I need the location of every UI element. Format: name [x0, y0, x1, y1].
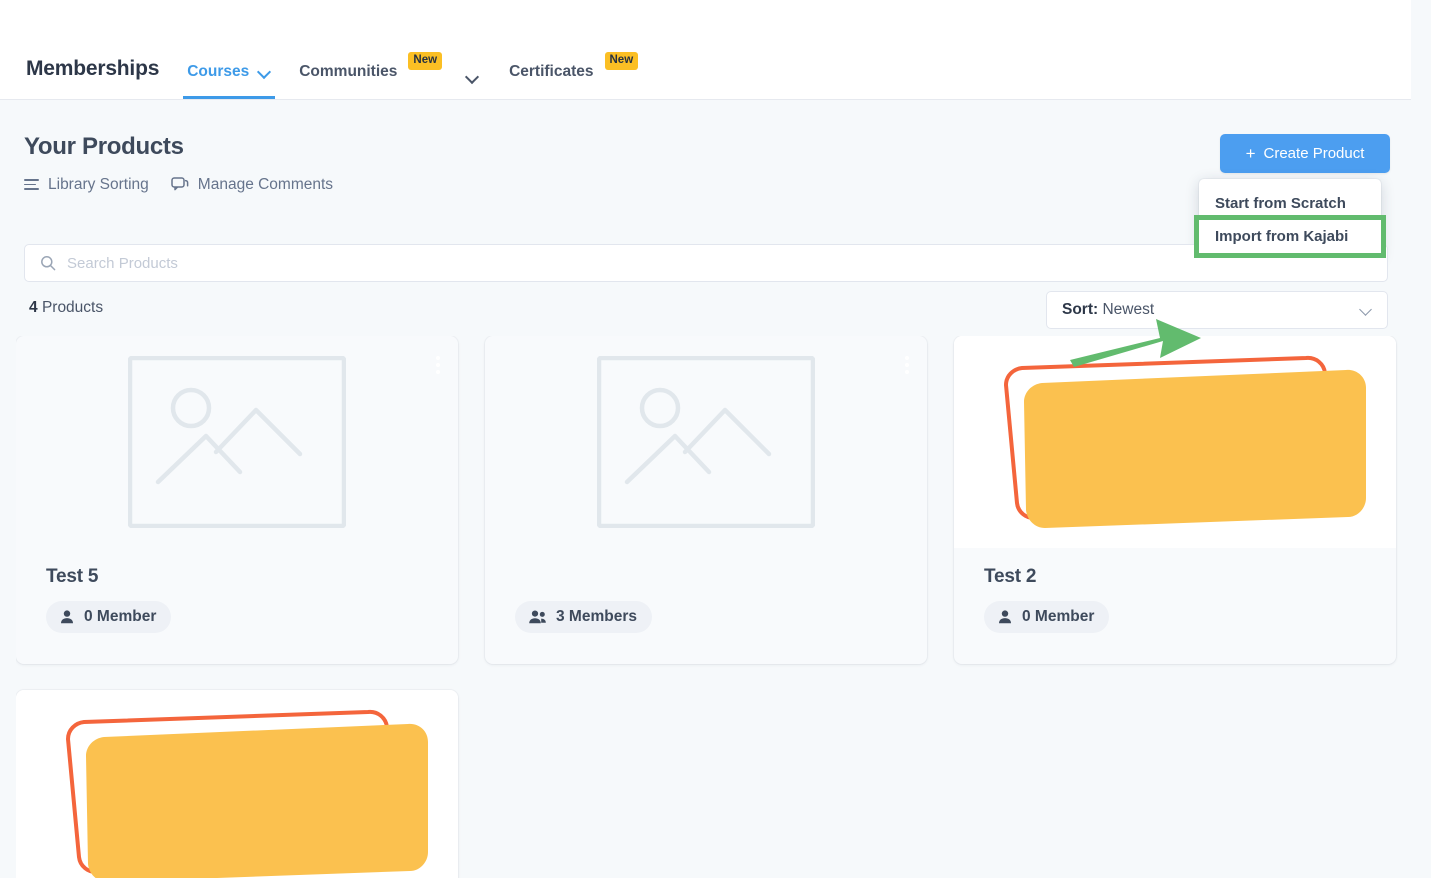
member-count-label: 0 Member	[1022, 608, 1095, 625]
plus-icon: +	[1245, 144, 1256, 163]
search-row	[24, 244, 1388, 282]
create-product-button[interactable]: + Create Product	[1220, 134, 1390, 173]
card-title: Test 2	[984, 566, 1037, 587]
card-title	[515, 566, 897, 590]
course-artwork-icon	[954, 336, 1396, 548]
tab-certificates[interactable]: Certificates New	[495, 51, 652, 100]
card-thumbnail	[16, 690, 458, 878]
create-product-label: Create Product	[1263, 145, 1365, 162]
product-card[interactable]: Test 2 0 Member	[954, 336, 1396, 664]
communities-dropdown-toggle[interactable]	[456, 69, 495, 99]
sort-lines-icon	[24, 179, 39, 191]
image-placeholder-icon	[596, 355, 816, 529]
tab-certificates-label: Certificates	[509, 62, 594, 80]
app-screen: Memberships Courses Communities New Cert…	[0, 0, 1431, 878]
chevron-down-icon	[258, 67, 271, 75]
menu-item-import-from-kajabi[interactable]: Import from Kajabi	[1194, 215, 1386, 258]
nav-tab-list: Memberships Courses Communities New Cert…	[12, 43, 652, 99]
sort-prefix: Sort:	[1062, 301, 1099, 318]
card-thumbnail	[16, 336, 458, 548]
sort-select[interactable]: Sort: Newest	[1046, 291, 1388, 329]
search-input[interactable]	[67, 245, 1387, 281]
library-sorting-label: Library Sorting	[48, 176, 149, 193]
manage-comments-link[interactable]: Manage Comments	[171, 176, 333, 194]
menu-item-start-from-scratch[interactable]: Start from Scratch	[1199, 187, 1381, 220]
card-body: Test 2 0 Member	[954, 548, 1396, 633]
member-count-badge: 0 Member	[984, 601, 1110, 633]
chevron-down-icon	[1361, 304, 1373, 316]
image-placeholder-icon	[127, 355, 347, 529]
card-body: 3 Members	[485, 548, 927, 633]
chevron-down-icon	[466, 72, 479, 81]
tab-communities[interactable]: Communities New	[285, 51, 456, 100]
product-count-label: Products	[41, 299, 104, 316]
card-thumbnail	[485, 336, 927, 548]
brand-title: Memberships	[26, 57, 160, 80]
list-controls: 4 Products Sort: Newest	[24, 291, 1388, 332]
create-product-menu: Start from Scratch Import from Kajabi	[1194, 179, 1386, 258]
create-product-area: + Create Product Start from Scratch Impo…	[1194, 134, 1390, 258]
tab-courses-label: Courses	[187, 63, 250, 80]
manage-comments-label: Manage Comments	[197, 176, 334, 193]
sort-value: Newest	[1102, 301, 1155, 318]
product-card[interactable]	[16, 690, 458, 878]
card-thumbnail	[954, 336, 1396, 548]
search-icon	[40, 255, 56, 271]
library-sorting-link[interactable]: Library Sorting	[24, 176, 149, 194]
product-grid: Test 5 0 Member 3 Members Test 2 0 Membe…	[16, 336, 1398, 878]
new-badge: New	[408, 51, 443, 70]
course-artwork-icon	[16, 690, 458, 878]
product-count: 4 Products	[29, 299, 103, 317]
multi-person-icon	[528, 609, 547, 625]
product-count-number: 4	[29, 299, 38, 316]
member-count-label: 3 Members	[556, 608, 637, 625]
single-person-icon	[997, 609, 1013, 625]
new-badge: New	[604, 51, 639, 70]
product-card[interactable]: 3 Members	[485, 336, 927, 664]
search-box[interactable]	[24, 244, 1388, 282]
member-count-label: 0 Member	[84, 608, 157, 625]
card-title: Test 5	[46, 566, 99, 587]
page-title: Your Products	[24, 133, 184, 160]
page-subnav: Library Sorting Manage Comments	[24, 176, 333, 194]
member-count-badge: 0 Member	[46, 601, 172, 633]
card-body: Test 5 0 Member	[16, 548, 458, 633]
member-count-badge: 3 Members	[515, 601, 652, 633]
page-content: Your Products Library Sorting Manage Com	[0, 100, 1411, 878]
tab-communities-label: Communities	[299, 62, 398, 80]
single-person-icon	[59, 609, 75, 625]
product-card[interactable]: Test 5 0 Member	[16, 336, 458, 664]
comment-icon	[171, 177, 189, 193]
top-navbar: Memberships Courses Communities New Cert…	[0, 0, 1411, 100]
page-header: Your Products Library Sorting Manage Com	[24, 133, 333, 194]
tab-courses[interactable]: Courses	[173, 63, 285, 99]
